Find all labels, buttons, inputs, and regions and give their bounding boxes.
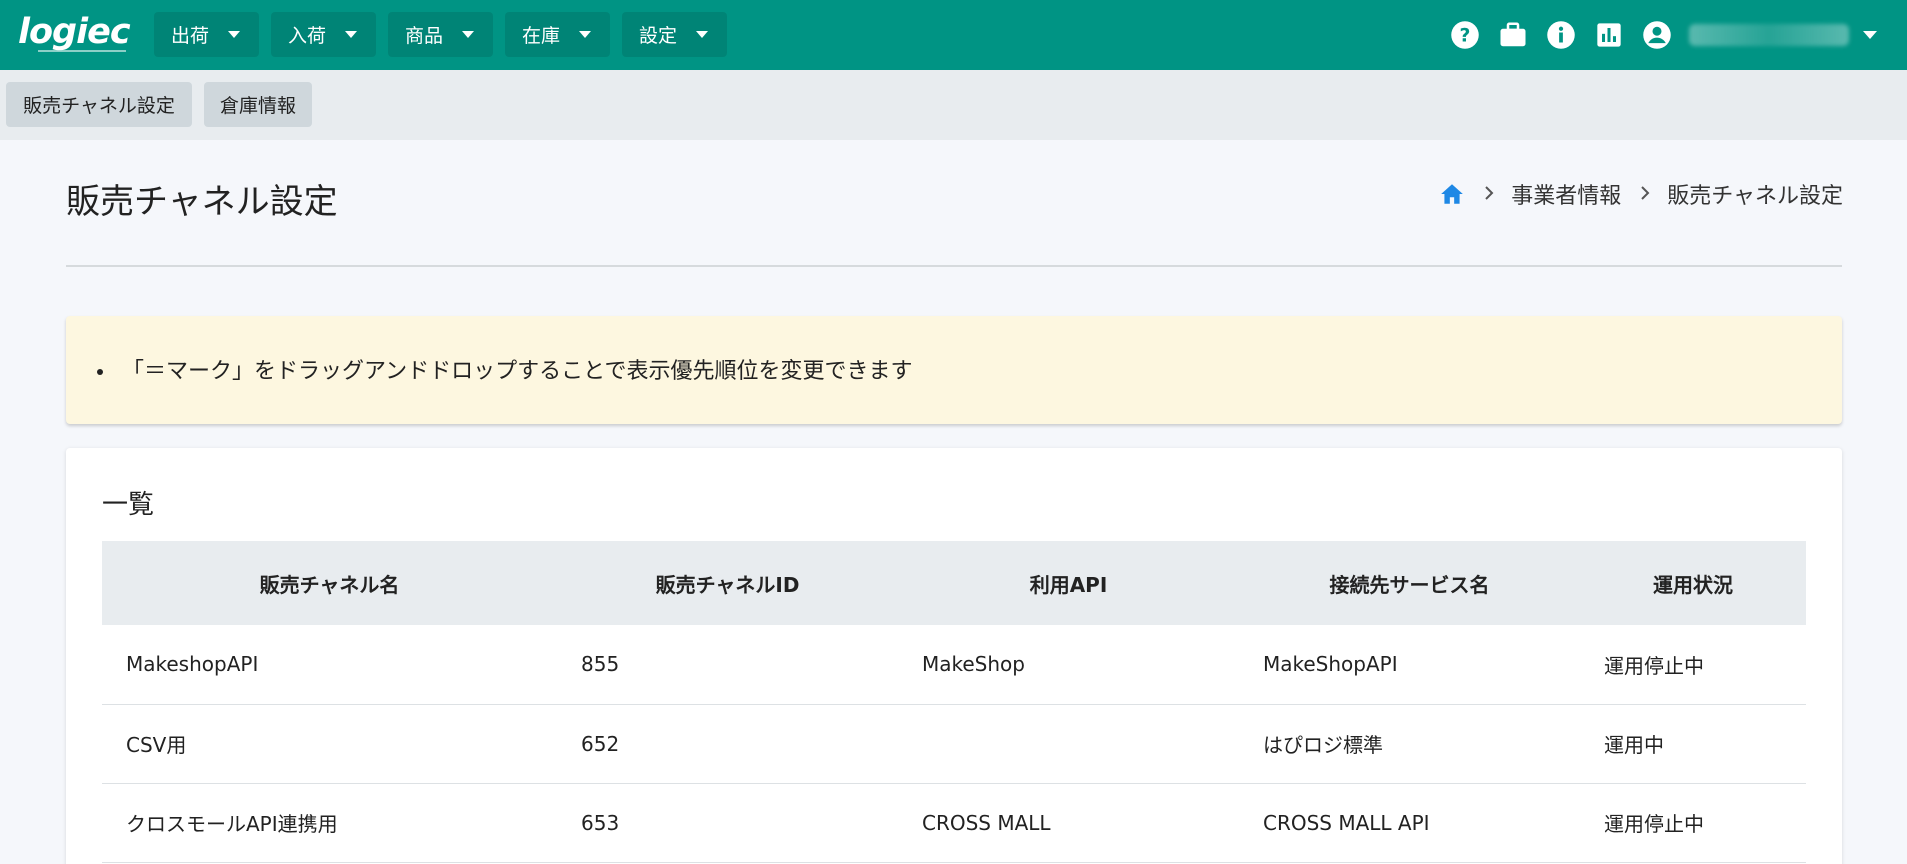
info-icon[interactable] [1545,19,1577,51]
cell-channel-id: 653 [557,783,898,863]
cell-service-name: CROSS MALL API [1239,783,1580,863]
table-header-row: 販売チャネル名 販売チャネルID 利用API 接続先サービス名 運用状況 [102,541,1806,625]
cell-channel-name: クロスモールAPI連携用 [102,783,557,863]
cell-api: CROSS MALL [898,783,1239,863]
list-title: 一覧 [102,490,155,520]
caret-down-icon [345,31,357,38]
top-navigation-bar: logiec 出荷 入荷 商品 在庫 設定 ? [0,0,1907,70]
home-icon[interactable] [1439,182,1465,206]
menu-inventory[interactable]: 在庫 [505,12,610,57]
header-divider [66,265,1842,267]
cell-channel-id: 652 [557,704,898,784]
logo-text: logiec [18,12,131,52]
logiec-logo[interactable]: logiec [18,12,132,56]
breadcrumb-item-business-info[interactable]: 事業者情報 [1511,178,1621,210]
cell-api [898,704,1239,784]
menu-label: 設定 [639,25,678,47]
column-header-channel-id[interactable]: 販売チャネルID [557,541,898,625]
menu-label: 商品 [405,25,444,47]
chevron-right-icon [1639,182,1651,207]
menu-products[interactable]: 商品 [388,12,493,57]
breadcrumb: 事業者情報 販売チャネル設定 [1439,178,1843,210]
breadcrumb-item-current: 販売チャネル設定 [1667,184,1843,209]
svg-text:?: ? [1460,25,1471,46]
table-row[interactable]: クロスモールAPI連携用 653 CROSS MALL CROSS MALL A… [102,783,1806,863]
cell-channel-name: MakeshopAPI [102,625,557,705]
column-header-api[interactable]: 利用API [898,541,1239,625]
cell-service-name: はぴロジ標準 [1239,704,1580,784]
user-name-blurred[interactable] [1689,24,1849,46]
main-menu: 出荷 入荷 商品 在庫 設定 [154,12,727,57]
list-card: 一覧 販売チャネル名 販売チャネルID 利用API 接続先サービス名 運用状況 … [66,448,1842,864]
notice-list: 「＝マーク」をドラッグアンドドロップすることで表示優先順位を変更できます [116,353,912,385]
caret-down-icon [462,31,474,38]
user-menu-caret-icon[interactable] [1863,31,1877,39]
cell-service-name: MakeShopAPI [1239,625,1580,705]
caret-down-icon [579,31,591,38]
menu-label: 出荷 [171,25,210,47]
column-header-status[interactable]: 運用状況 [1580,541,1806,625]
tab-sales-channel-settings[interactable]: 販売チャネル設定 [6,82,192,127]
cell-api: MakeShop [898,625,1239,705]
info-notice: 「＝マーク」をドラッグアンドドロップすることで表示優先順位を変更できます [66,316,1842,424]
column-header-channel-name[interactable]: 販売チャネル名 [102,541,557,625]
account-icon[interactable] [1641,19,1673,51]
menu-label: 在庫 [522,25,561,47]
table-row[interactable]: CSV用 652 はぴロジ標準 運用中 [102,704,1806,784]
chevron-right-icon [1483,182,1495,207]
header-icon-group: ? [1449,0,1877,70]
logo-tagline [38,50,126,52]
notice-item: 「＝マーク」をドラッグアンドドロップすることで表示優先順位を変更できます [116,353,912,385]
help-icon[interactable]: ? [1449,19,1481,51]
cell-status: 運用停止中 [1580,625,1806,705]
briefcase-icon[interactable] [1497,19,1529,51]
cell-channel-name: CSV用 [102,704,557,784]
table-row[interactable]: MakeshopAPI 855 MakeShop MakeShopAPI 運用停… [102,625,1806,705]
menu-settings[interactable]: 設定 [622,12,727,57]
menu-label: 入荷 [288,25,327,47]
caret-down-icon [696,31,708,38]
bar-chart-icon[interactable] [1593,19,1625,51]
caret-down-icon [228,31,240,38]
sales-channel-table: 販売チャネル名 販売チャネルID 利用API 接続先サービス名 運用状況 Mak… [102,541,1806,863]
page-title: 販売チャネル設定 [66,182,338,222]
menu-receiving[interactable]: 入荷 [271,12,376,57]
column-header-service-name[interactable]: 接続先サービス名 [1239,541,1580,625]
tab-warehouse-info[interactable]: 倉庫情報 [204,82,312,127]
cell-status: 運用中 [1580,704,1806,784]
cell-channel-id: 855 [557,625,898,705]
menu-shipping[interactable]: 出荷 [154,12,259,57]
sub-navigation: 販売チャネル設定 倉庫情報 [0,70,1907,140]
cell-status: 運用停止中 [1580,783,1806,863]
